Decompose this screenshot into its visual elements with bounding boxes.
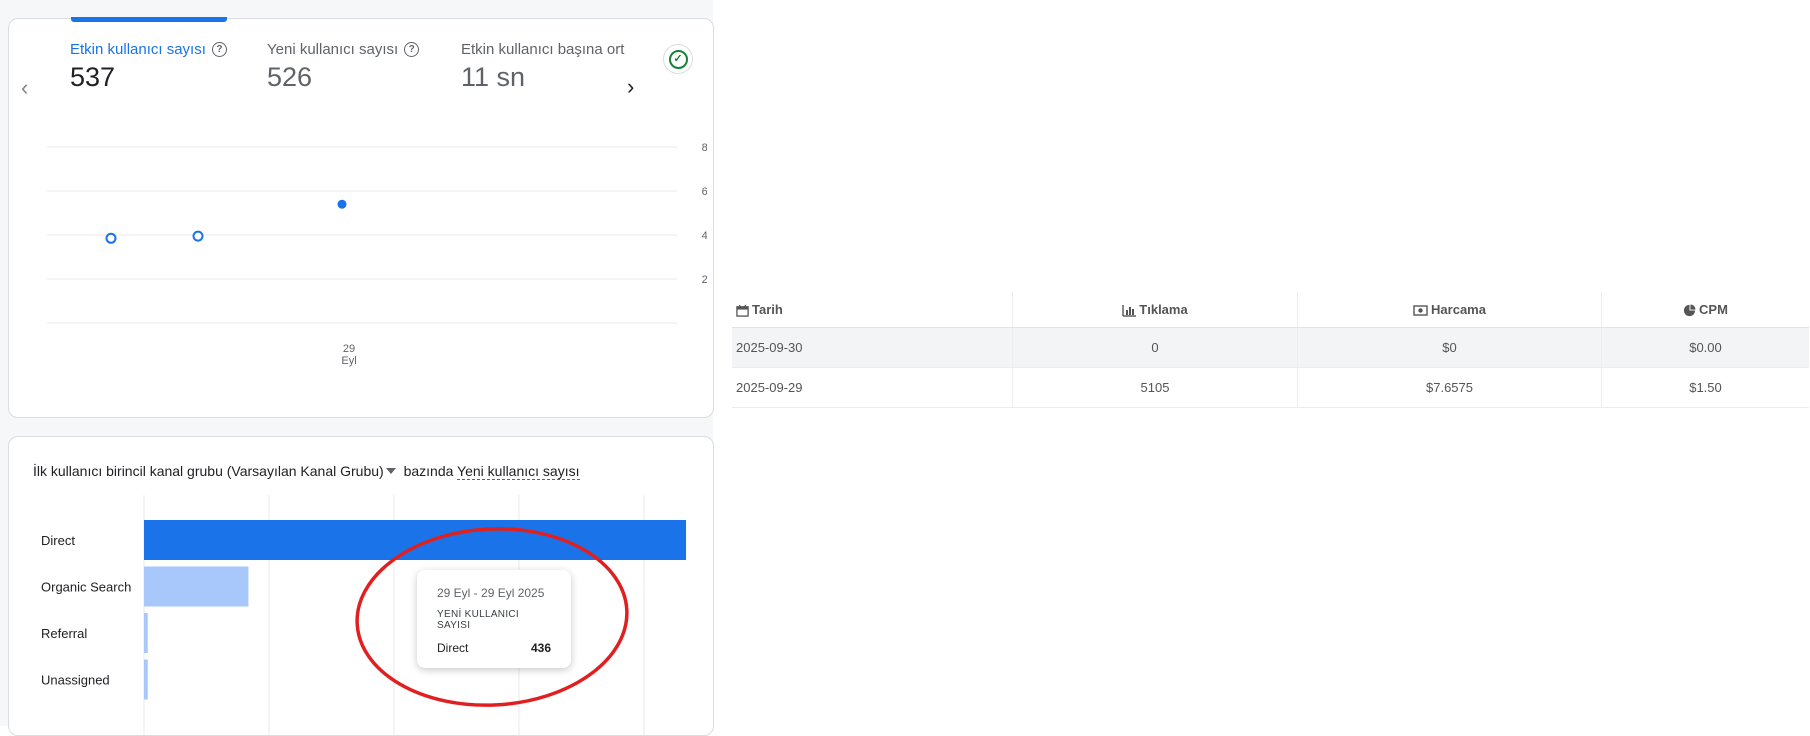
pie-chart-icon	[1683, 304, 1696, 317]
cell-spend: $0	[1297, 327, 1602, 368]
bar	[144, 520, 687, 560]
cell-clicks: 5105	[1012, 367, 1298, 408]
dimension-selector[interactable]: İlk kullanıcı birincil kanal grubu (Vars…	[33, 463, 384, 479]
check-circle-icon: ✓	[668, 49, 688, 69]
header-cpm[interactable]: CPM	[1601, 292, 1809, 328]
bar	[144, 566, 249, 607]
header-label: Harcama	[1431, 302, 1486, 317]
help-icon[interactable]: ?	[211, 42, 227, 57]
tooltip-value: 436	[530, 641, 551, 655]
y-tick-label: 800	[702, 142, 707, 154]
cell-date: 2025-09-29	[732, 367, 1013, 408]
bar	[144, 659, 148, 700]
metric-selector[interactable]: Yeni kullanıcı sayısı	[457, 463, 580, 480]
category-label: Referral	[41, 626, 87, 641]
active-metric-indicator	[71, 17, 227, 22]
y-tick-label: 400	[702, 230, 707, 242]
metric-value: 526	[267, 62, 313, 92]
bar	[144, 613, 148, 653]
y-tick-label: 600	[702, 186, 707, 198]
header-label: Tıklama	[1139, 302, 1188, 317]
money-icon	[1413, 305, 1428, 316]
header-spend[interactable]: Harcama	[1297, 292, 1602, 328]
chevron-left-icon[interactable]: ‹	[21, 75, 28, 101]
bar-chart-icon	[1122, 304, 1137, 317]
metric-value: 537	[70, 62, 116, 92]
chart-title: İlk kullanıcı birincil kanal grubu (Vars…	[33, 463, 580, 480]
chart-tooltip: 29 Eyl - 29 Eyl 2025 YENİ KULLANICI SAYI…	[417, 570, 571, 668]
stats-table: Tarih Tıklama Harcama CPM 2025-09-30 0 $…	[732, 292, 1809, 408]
header-label: CPM	[1699, 301, 1728, 317]
table-row: 2025-09-30 0 $0 $0.00	[732, 327, 1809, 368]
header-label: Tarih	[752, 301, 783, 317]
cell-spend: $7.6575	[1297, 367, 1602, 408]
line-chart: 800600400200029Eyl	[47, 142, 707, 367]
status-button[interactable]: ✓	[663, 44, 693, 74]
tooltip-metric: YENİ KULLANICI SAYISI	[437, 609, 520, 631]
header-clicks[interactable]: Tıklama	[1012, 292, 1298, 328]
bar-chart: Direct Organic Search Referral Unassigned	[41, 495, 687, 735]
data-point	[192, 230, 204, 242]
chevron-right-icon[interactable]: ›	[627, 74, 634, 100]
category-label: Unassigned	[41, 673, 110, 688]
table-row: 2025-09-29 5105 $7.6575 $1.50	[732, 367, 1809, 408]
cell-cpm: $0.00	[1601, 327, 1809, 368]
metric-label: Etkin kullanıcı sayısı	[70, 41, 206, 58]
category-label: Direct	[41, 533, 75, 548]
metric-tab-avg-engagement[interactable]: Etkin kullanıcı başına ort 11 sn	[461, 41, 624, 93]
tooltip-date: 29 Eyl - 29 Eyl 2025	[437, 586, 545, 600]
data-point	[105, 232, 117, 244]
metrics-card: ‹ Etkin kullanıcı sayısı ? 537 Yeni kull…	[8, 17, 714, 418]
y-tick-label: 200	[702, 274, 707, 286]
category-label: Organic Search	[41, 580, 131, 595]
cell-date: 2025-09-30	[732, 327, 1013, 368]
metric-tab-active-users[interactable]: Etkin kullanıcı sayısı ? 537	[70, 41, 227, 93]
metric-label: Etkin kullanıcı başına ort	[461, 41, 625, 58]
title-connector: bazında	[403, 463, 454, 479]
header-date[interactable]: Tarih	[732, 292, 1013, 328]
channel-bar-card: İlk kullanıcı birincil kanal grubu (Vars…	[8, 436, 714, 736]
table-header-row: Tarih Tıklama Harcama CPM	[732, 292, 1809, 328]
metric-value: 11 sn	[461, 62, 526, 92]
metric-tab-new-users[interactable]: Yeni kullanıcı sayısı ? 526	[267, 41, 420, 93]
x-tick-day: 29	[343, 343, 355, 355]
cell-clicks: 0	[1012, 327, 1298, 368]
caret-down-icon[interactable]	[385, 468, 396, 474]
tooltip-label: Direct	[437, 641, 469, 655]
cell-cpm: $1.50	[1601, 367, 1809, 408]
data-point	[337, 199, 347, 209]
help-icon[interactable]: ?	[404, 42, 420, 57]
metric-label: Yeni kullanıcı sayısı	[267, 41, 399, 58]
calendar-icon	[736, 304, 749, 317]
x-tick-month: Eyl	[341, 355, 356, 367]
